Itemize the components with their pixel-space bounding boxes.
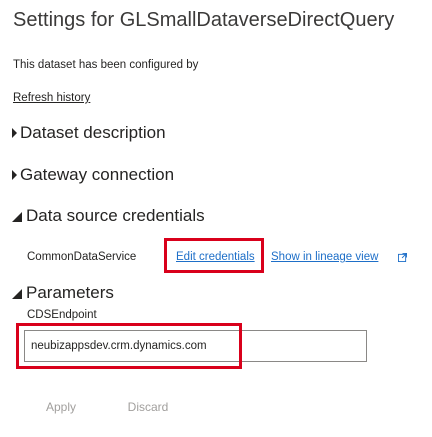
dataset-settings-page: Settings for GLSmallDataverseDirectQuery…	[0, 0, 432, 437]
show-in-lineage-view-link[interactable]: Show in lineage view	[271, 251, 378, 263]
external-link-icon[interactable]	[398, 253, 407, 262]
section-gateway-connection[interactable]: Gateway connection	[12, 165, 174, 185]
apply-button[interactable]: Apply	[36, 394, 86, 420]
chevron-down-icon	[12, 212, 22, 222]
configured-by-text: This dataset has been configured by	[13, 59, 199, 71]
section-label: Gateway connection	[20, 165, 175, 184]
data-source-name: CommonDataService	[27, 251, 137, 263]
section-dataset-description[interactable]: Dataset description	[12, 123, 166, 143]
section-label: Data source credentials	[26, 206, 205, 225]
section-parameters[interactable]: Parameters	[12, 283, 114, 303]
section-data-source-credentials[interactable]: Data source credentials	[12, 206, 205, 226]
page-title: Settings for GLSmallDataverseDirectQuery	[13, 9, 395, 31]
refresh-history-link[interactable]: Refresh history	[13, 92, 90, 104]
edit-credentials-link[interactable]: Edit credentials	[176, 251, 255, 263]
cds-endpoint-label: CDSEndpoint	[27, 309, 97, 321]
section-label: Dataset description	[20, 123, 166, 142]
cds-endpoint-input[interactable]	[24, 330, 367, 362]
section-label: Parameters	[26, 283, 114, 302]
chevron-down-icon	[12, 289, 22, 299]
discard-button[interactable]: Discard	[118, 394, 178, 420]
chevron-right-icon	[12, 170, 17, 180]
chevron-right-icon	[12, 128, 17, 138]
